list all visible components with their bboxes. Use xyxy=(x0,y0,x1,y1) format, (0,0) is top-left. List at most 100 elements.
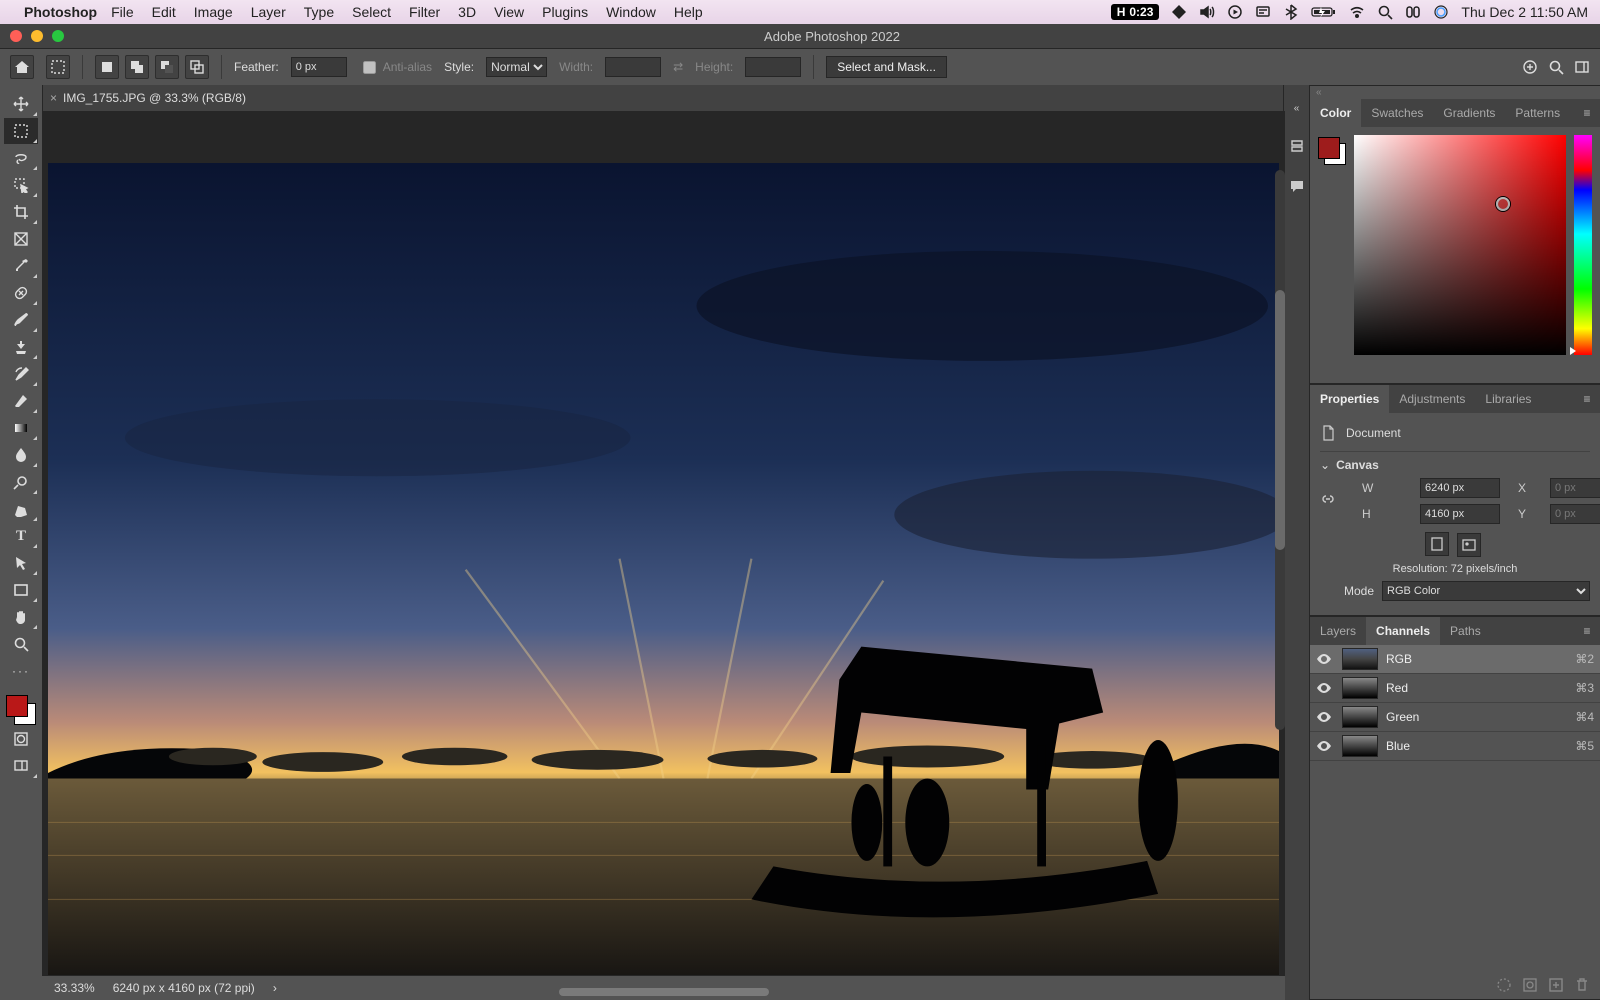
foreground-color[interactable] xyxy=(6,695,28,717)
clone-stamp-tool[interactable] xyxy=(4,334,38,360)
properties-panel-menu-icon[interactable]: ≡ xyxy=(1574,385,1600,413)
bluetooth-icon[interactable] xyxy=(1283,4,1299,20)
load-channel-as-selection-icon[interactable] xyxy=(1496,977,1512,993)
quick-mask-toggle[interactable] xyxy=(4,726,38,752)
feather-input[interactable] xyxy=(291,57,347,77)
lasso-tool[interactable] xyxy=(4,145,38,171)
window-zoom-button[interactable] xyxy=(52,30,64,42)
pen-tool[interactable] xyxy=(4,496,38,522)
menu-plugins[interactable]: Plugins xyxy=(542,4,588,20)
canvas-height-input[interactable] xyxy=(1420,504,1500,524)
search-icon[interactable] xyxy=(1548,59,1564,75)
spotlight-icon[interactable] xyxy=(1377,4,1393,20)
menu-help[interactable]: Help xyxy=(674,4,703,20)
tab-close-icon[interactable]: × xyxy=(50,91,57,105)
history-brush-tool[interactable] xyxy=(4,361,38,387)
spot-healing-tool[interactable] xyxy=(4,280,38,306)
document-image[interactable] xyxy=(48,163,1279,958)
canvas-width-input[interactable] xyxy=(1420,478,1500,498)
color-field[interactable] xyxy=(1354,135,1566,355)
delete-channel-icon[interactable] xyxy=(1574,977,1590,993)
gradient-tool[interactable] xyxy=(4,415,38,441)
tab-libraries[interactable]: Libraries xyxy=(1475,385,1541,413)
zoom-level[interactable]: 33.33% xyxy=(54,981,95,995)
color-mini-swatch[interactable] xyxy=(1318,137,1346,165)
scrollbar-thumb[interactable] xyxy=(1275,290,1285,550)
color-panel-menu-icon[interactable]: ≡ xyxy=(1574,99,1600,127)
save-selection-as-channel-icon[interactable] xyxy=(1522,977,1538,993)
edit-toolbar-button[interactable]: ··· xyxy=(4,658,38,684)
channel-row-green[interactable]: Green⌘4 xyxy=(1310,703,1600,732)
blur-tool[interactable] xyxy=(4,442,38,468)
menu-window[interactable]: Window xyxy=(606,4,656,20)
visibility-eye-icon[interactable] xyxy=(1316,709,1334,725)
menubar-datetime[interactable]: Thu Dec 2 11:50 AM xyxy=(1461,4,1588,20)
menu-view[interactable]: View xyxy=(494,4,524,20)
tab-swatches[interactable]: Swatches xyxy=(1361,99,1433,127)
hue-marker-icon[interactable] xyxy=(1570,347,1576,355)
tab-properties[interactable]: Properties xyxy=(1310,385,1389,413)
collapsed-panel-comments-icon[interactable] xyxy=(1289,178,1305,194)
style-select[interactable]: Normal xyxy=(486,57,547,77)
teleprompter-icon[interactable] xyxy=(1255,4,1271,20)
menu-type[interactable]: Type xyxy=(304,4,334,20)
recording-badge[interactable]: H 0:23 xyxy=(1111,4,1160,20)
hue-slider[interactable] xyxy=(1574,135,1592,355)
workspace-switcher-icon[interactable] xyxy=(1574,59,1590,75)
menu-select[interactable]: Select xyxy=(352,4,391,20)
expand-canvas-icon[interactable]: ⌄ xyxy=(1320,458,1330,472)
battery-icon[interactable] xyxy=(1311,4,1337,20)
select-and-mask-button[interactable]: Select and Mask... xyxy=(826,56,947,78)
document-tab[interactable]: IMG_1755.JPG @ 33.3% (RGB/8) xyxy=(63,91,246,105)
tab-color[interactable]: Color xyxy=(1310,99,1361,127)
record-icon[interactable] xyxy=(1227,4,1243,20)
dodge-tool[interactable] xyxy=(4,469,38,495)
visibility-eye-icon[interactable] xyxy=(1316,738,1334,754)
brush-tool[interactable] xyxy=(4,307,38,333)
rectangle-shape-tool[interactable] xyxy=(4,577,38,603)
screen-mode-toggle[interactable] xyxy=(4,753,38,779)
type-tool[interactable]: T xyxy=(4,523,38,549)
horizontal-scrollbar[interactable] xyxy=(559,988,769,996)
app-name[interactable]: Photoshop xyxy=(24,4,97,20)
cloud-share-icon[interactable] xyxy=(1522,59,1538,75)
eyedropper-tool[interactable] xyxy=(4,253,38,279)
rectangular-marquee-tool[interactable] xyxy=(4,118,38,144)
crop-tool[interactable] xyxy=(4,199,38,225)
lcp-panel-menu-icon[interactable]: ≡ xyxy=(1574,617,1600,645)
hand-tool[interactable] xyxy=(4,604,38,630)
siri-icon[interactable] xyxy=(1433,4,1449,20)
menu-layer[interactable]: Layer xyxy=(251,4,286,20)
visibility-eye-icon[interactable] xyxy=(1316,651,1334,667)
channel-row-blue[interactable]: Blue⌘5 xyxy=(1310,732,1600,761)
tab-adjustments[interactable]: Adjustments xyxy=(1389,385,1475,413)
canvas-area[interactable] xyxy=(42,111,1285,976)
control-center-icon[interactable] xyxy=(1405,4,1421,20)
path-selection-tool[interactable] xyxy=(4,550,38,576)
color-mini-fg[interactable] xyxy=(1318,137,1340,159)
orientation-landscape-button[interactable] xyxy=(1457,533,1481,557)
selection-new[interactable] xyxy=(95,55,119,79)
volume-icon[interactable] xyxy=(1199,4,1215,20)
orientation-portrait-button[interactable] xyxy=(1425,532,1449,556)
mode-select[interactable]: RGB Color xyxy=(1382,581,1590,601)
move-tool[interactable] xyxy=(4,91,38,117)
collapsed-panel-expand-icon[interactable]: « xyxy=(1294,103,1300,114)
collapse-arrow-icon[interactable]: « xyxy=(1310,86,1600,99)
foreground-background-swatch[interactable] xyxy=(6,695,36,725)
menu-edit[interactable]: Edit xyxy=(152,4,176,20)
tab-layers[interactable]: Layers xyxy=(1310,617,1366,645)
visibility-eye-icon[interactable] xyxy=(1316,680,1334,696)
tab-patterns[interactable]: Patterns xyxy=(1505,99,1570,127)
doc-dimensions[interactable]: 6240 px x 4160 px (72 ppi) xyxy=(113,981,255,995)
menu-image[interactable]: Image xyxy=(194,4,233,20)
tab-gradients[interactable]: Gradients xyxy=(1433,99,1505,127)
object-selection-tool[interactable] xyxy=(4,172,38,198)
vertical-scrollbar[interactable] xyxy=(1275,170,1285,730)
selection-add[interactable] xyxy=(125,55,149,79)
menu-file[interactable]: File xyxy=(111,4,134,20)
frame-tool[interactable] xyxy=(4,226,38,252)
status-chevron-icon[interactable]: › xyxy=(273,981,277,995)
menu-filter[interactable]: Filter xyxy=(409,4,440,20)
zoom-tool[interactable] xyxy=(4,631,38,657)
